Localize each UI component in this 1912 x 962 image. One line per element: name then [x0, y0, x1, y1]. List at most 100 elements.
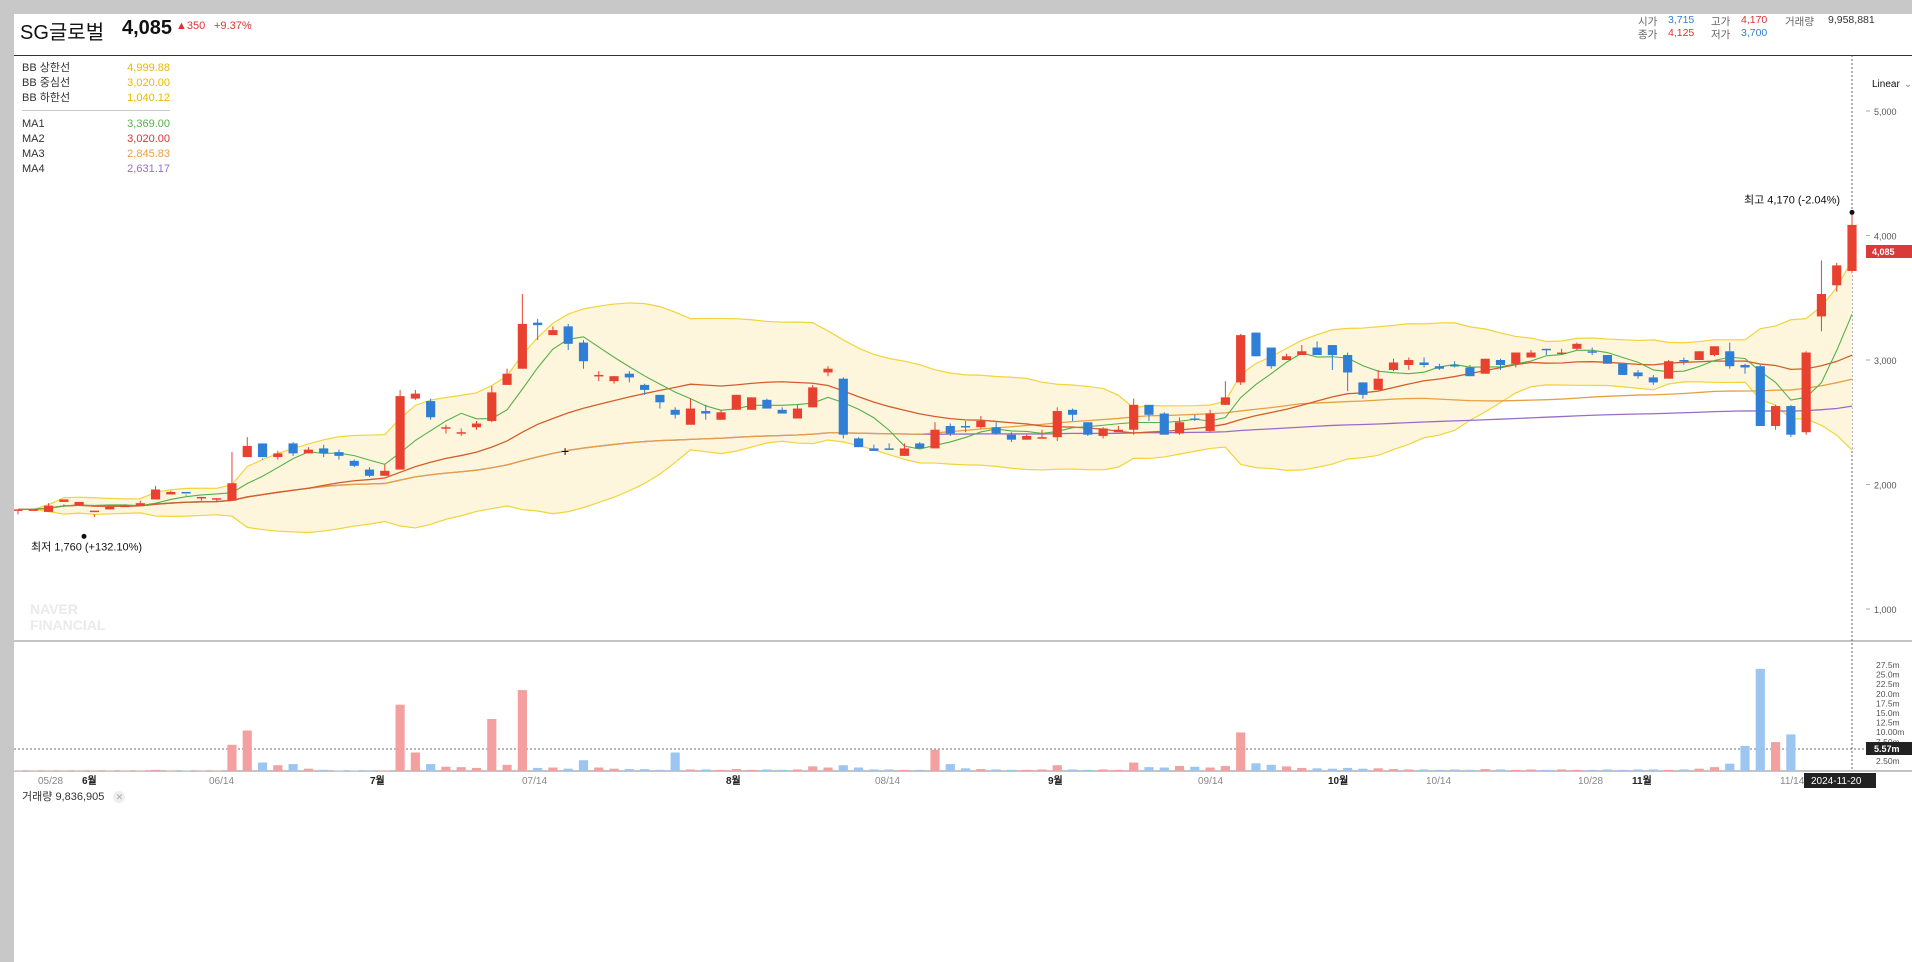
volume-bar [1786, 734, 1796, 771]
volume-bar [777, 769, 787, 771]
legend-ma4[interactable]: MA4 2,631.17 [22, 162, 170, 177]
volume-bar [89, 770, 100, 772]
time-axis-label: 08/14 [875, 776, 900, 787]
volume-bar [273, 765, 283, 771]
candle-body [502, 373, 512, 385]
legend-ma3[interactable]: MA3 2,845.83 [22, 147, 170, 162]
legend-bb-lower[interactable]: BB 하한선 1,040.12 [22, 91, 170, 106]
volume-bar [1159, 767, 1169, 771]
candle-body [1327, 345, 1337, 356]
volume-bar [976, 769, 986, 771]
volume-bar [150, 769, 161, 771]
candle-body [945, 425, 955, 434]
volume-bar [670, 752, 680, 771]
candle-body [364, 469, 375, 476]
legend-bb-mid[interactable]: BB 중심선 3,020.00 [22, 76, 170, 91]
volume-bar [1465, 769, 1475, 771]
volume-bar [380, 770, 390, 772]
volume-bar [395, 704, 405, 771]
max-marker [1849, 209, 1855, 215]
candle-body [395, 396, 405, 470]
candle-body [135, 503, 145, 506]
candle-body [1236, 335, 1246, 383]
volume-bar [701, 769, 711, 771]
volume-bar [533, 767, 543, 771]
candle-body [884, 448, 894, 450]
volume-bar [762, 769, 772, 771]
volume-bar [899, 769, 910, 771]
candle-body [43, 505, 54, 512]
legend-value: 3,020.00 [127, 133, 170, 145]
candle-body [1358, 382, 1368, 395]
legend-bb-upper[interactable]: BB 상한선 4,999.88 [22, 61, 170, 76]
legend-ma1[interactable]: MA1 3,369.00 [22, 117, 170, 132]
volume-bar [1587, 769, 1597, 771]
time-axis-label: 6월 [82, 775, 97, 787]
volume-bar [502, 764, 512, 771]
candle-body [1801, 352, 1811, 433]
volume-bar [1557, 769, 1567, 771]
legend-ma2[interactable]: MA2 3,020.00 [22, 132, 170, 147]
candle-body [1343, 355, 1353, 373]
min-annotation: 최저 1,760 (+132.10%) [31, 540, 142, 553]
time-axis-label: 8월 [726, 775, 741, 787]
price-volume-chart[interactable]: 5,000 4,000 3,000 2,000 1,000 4,085 27.5m25.0m… [14, 14, 1912, 962]
candle-body [640, 384, 650, 390]
price-axis-label: 2,000 [1874, 481, 1897, 491]
candle-body [1067, 409, 1078, 415]
current-date-badge-text: 2024-11-20 [1811, 776, 1862, 787]
candle-body [471, 423, 482, 428]
volume-bar [1541, 769, 1551, 771]
candle-body [1526, 352, 1536, 358]
candle-body [1847, 224, 1857, 271]
volume-bar [869, 769, 879, 771]
candle-body [1281, 356, 1292, 360]
volume-bar [548, 767, 558, 771]
volume-bar [594, 767, 604, 771]
watermark-logo: FINANCIAL [30, 617, 106, 633]
volume-bar [257, 762, 268, 771]
candle-body [1557, 352, 1567, 355]
volume-bar [1373, 768, 1383, 771]
volume-bar [303, 768, 313, 771]
candle-body [1297, 351, 1307, 356]
close-icon[interactable]: ✕ [113, 791, 126, 803]
volume-bar [1281, 766, 1292, 771]
legend-value: 2,845.83 [127, 148, 170, 160]
volume-bar [28, 770, 38, 772]
volume-bar [349, 770, 359, 772]
scale-mode-dropdown[interactable]: Linear ⌄ [1872, 79, 1912, 90]
legend-label: MA3 [22, 148, 45, 160]
candle-body [838, 378, 848, 435]
volume-bar [1404, 769, 1414, 771]
candle-body [1664, 361, 1674, 379]
volume-panel-value: 9,836,905 [55, 791, 105, 803]
candle-body [976, 421, 986, 428]
candle-body [105, 506, 115, 510]
candle-body [349, 460, 359, 466]
volume-axis-label: 27.5m [1876, 660, 1900, 670]
candle-body [762, 399, 772, 409]
candle-body [28, 509, 38, 511]
volume-bar [1266, 764, 1276, 771]
volume-bar [441, 766, 451, 771]
candle-body [1618, 363, 1628, 375]
candle-body [1159, 413, 1169, 435]
watermark-logo: NAVER [30, 601, 78, 617]
candle-body [1511, 352, 1521, 364]
candle-body [1006, 434, 1017, 440]
volume-bar [1511, 769, 1521, 771]
legend-divider [22, 110, 170, 111]
volume-bar [884, 769, 894, 771]
legend-label: MA2 [22, 133, 45, 145]
volume-panel-title: 거래량 [22, 791, 53, 803]
candle-body [59, 499, 69, 502]
volume-bar [1434, 769, 1444, 771]
volume-bar [1679, 769, 1689, 771]
candle-body [701, 411, 711, 414]
candle-body [1725, 351, 1735, 367]
candle-body [1587, 351, 1597, 353]
candle-body [1037, 437, 1047, 439]
volume-bar [1236, 732, 1246, 771]
time-axis-label: 7월 [370, 775, 385, 787]
